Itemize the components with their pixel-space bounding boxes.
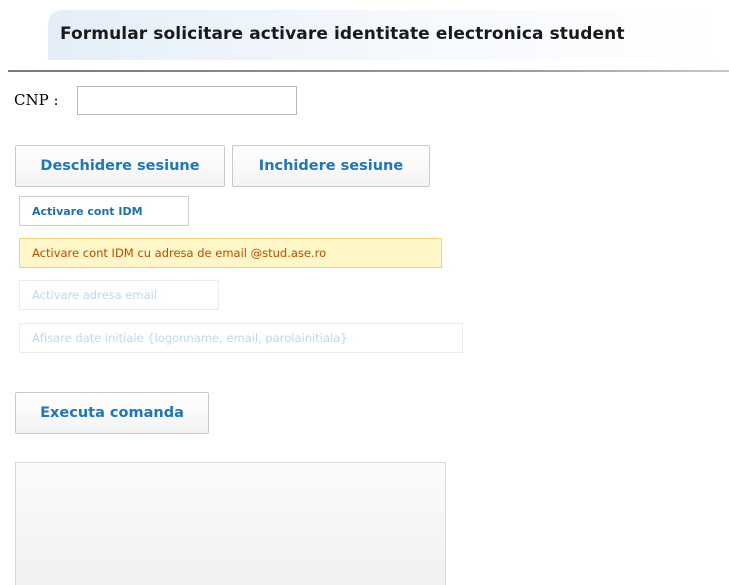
execute-command-button[interactable]: Executa comanda	[15, 392, 209, 434]
output-panel	[15, 462, 446, 585]
header-divider	[8, 70, 729, 72]
option-activate-idm-account-with-email[interactable]: Activare cont IDM cu adresa de email @st…	[19, 238, 442, 268]
open-session-button[interactable]: Deschidere sesiune	[15, 145, 225, 187]
cnp-input[interactable]	[77, 86, 297, 115]
cnp-label: CNP :	[14, 91, 59, 109]
option-show-initial-data[interactable]: Afisare date initiale {logonname, email,…	[19, 323, 463, 353]
option-activate-idm-account[interactable]: Activare cont IDM	[19, 196, 189, 226]
page-title: Formular solicitare activare identitate …	[60, 24, 625, 44]
close-session-button[interactable]: Inchidere sesiune	[232, 145, 430, 187]
option-activate-email-address[interactable]: Activare adresa email	[19, 280, 219, 310]
